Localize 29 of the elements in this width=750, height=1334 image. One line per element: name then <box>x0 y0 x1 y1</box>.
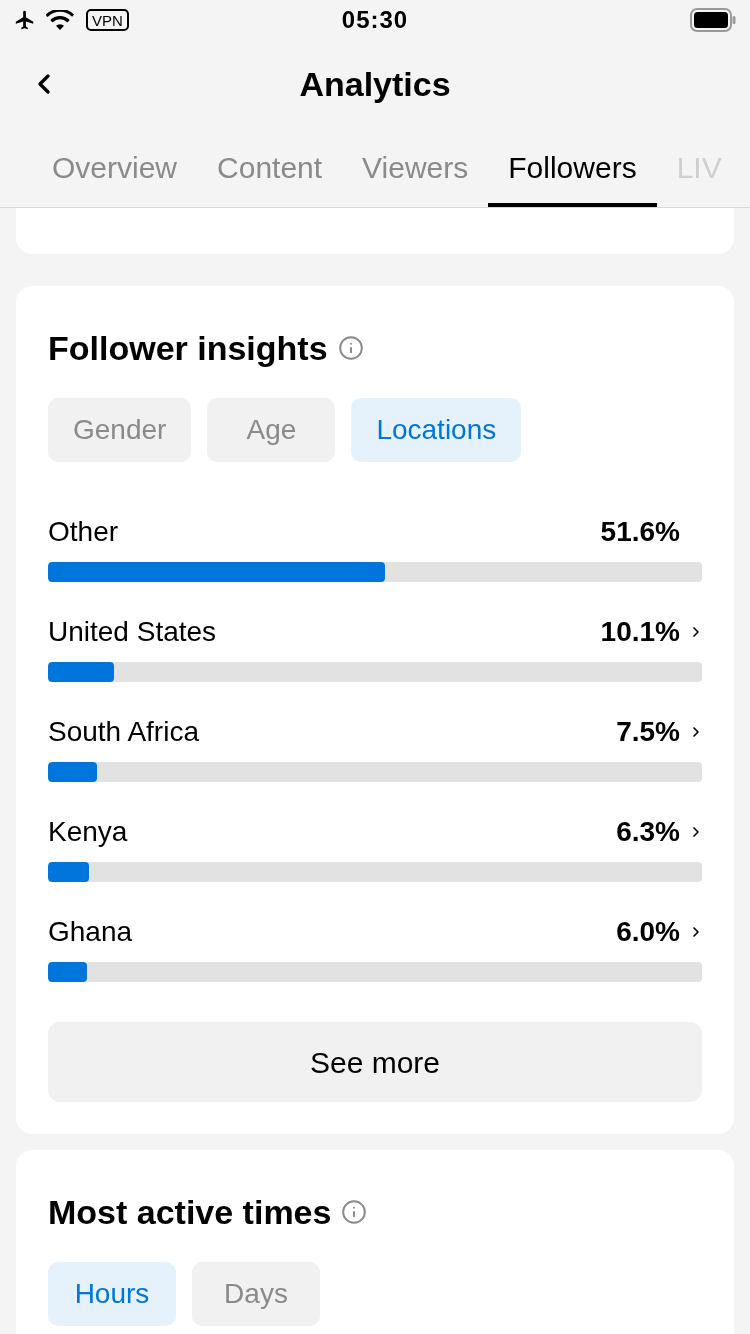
location-share: 7.5% <box>616 715 680 749</box>
section-title: Follower insights <box>48 328 328 368</box>
filter-chip[interactable]: Days <box>192 1262 320 1326</box>
info-icon[interactable] <box>337 335 364 361</box>
location-share: 10.1% <box>600 615 680 649</box>
filter-chip[interactable]: Age <box>207 398 336 462</box>
section-title: Most active times <box>48 1192 332 1232</box>
location-share: 51.6% <box>600 515 680 549</box>
tab[interactable]: Overview <box>32 128 198 207</box>
location-name: United States <box>48 615 217 649</box>
location-share: 6.0% <box>616 915 680 949</box>
filter-chip[interactable]: Locations <box>351 398 522 462</box>
wifi-icon <box>46 10 74 30</box>
tab[interactable]: Viewers <box>342 128 489 207</box>
tab[interactable]: Content <box>197 128 343 207</box>
airplane-icon <box>14 9 36 31</box>
battery-icon <box>690 8 736 32</box>
location-name: Other <box>48 515 119 549</box>
location-share: 6.3% <box>616 815 680 849</box>
location-name: Kenya <box>48 815 128 849</box>
filter-chip[interactable]: Gender <box>48 398 192 462</box>
vpn-badge: VPN <box>86 9 129 31</box>
filter-chip[interactable]: Hours <box>48 1262 176 1326</box>
status-time: 05:30 <box>341 5 409 35</box>
page-title: Analytics <box>299 63 451 105</box>
info-icon[interactable] <box>341 1199 368 1225</box>
location-name: Ghana <box>48 915 133 949</box>
see-more-button[interactable]: See more <box>48 1022 702 1102</box>
location-name: South Africa <box>48 715 199 749</box>
